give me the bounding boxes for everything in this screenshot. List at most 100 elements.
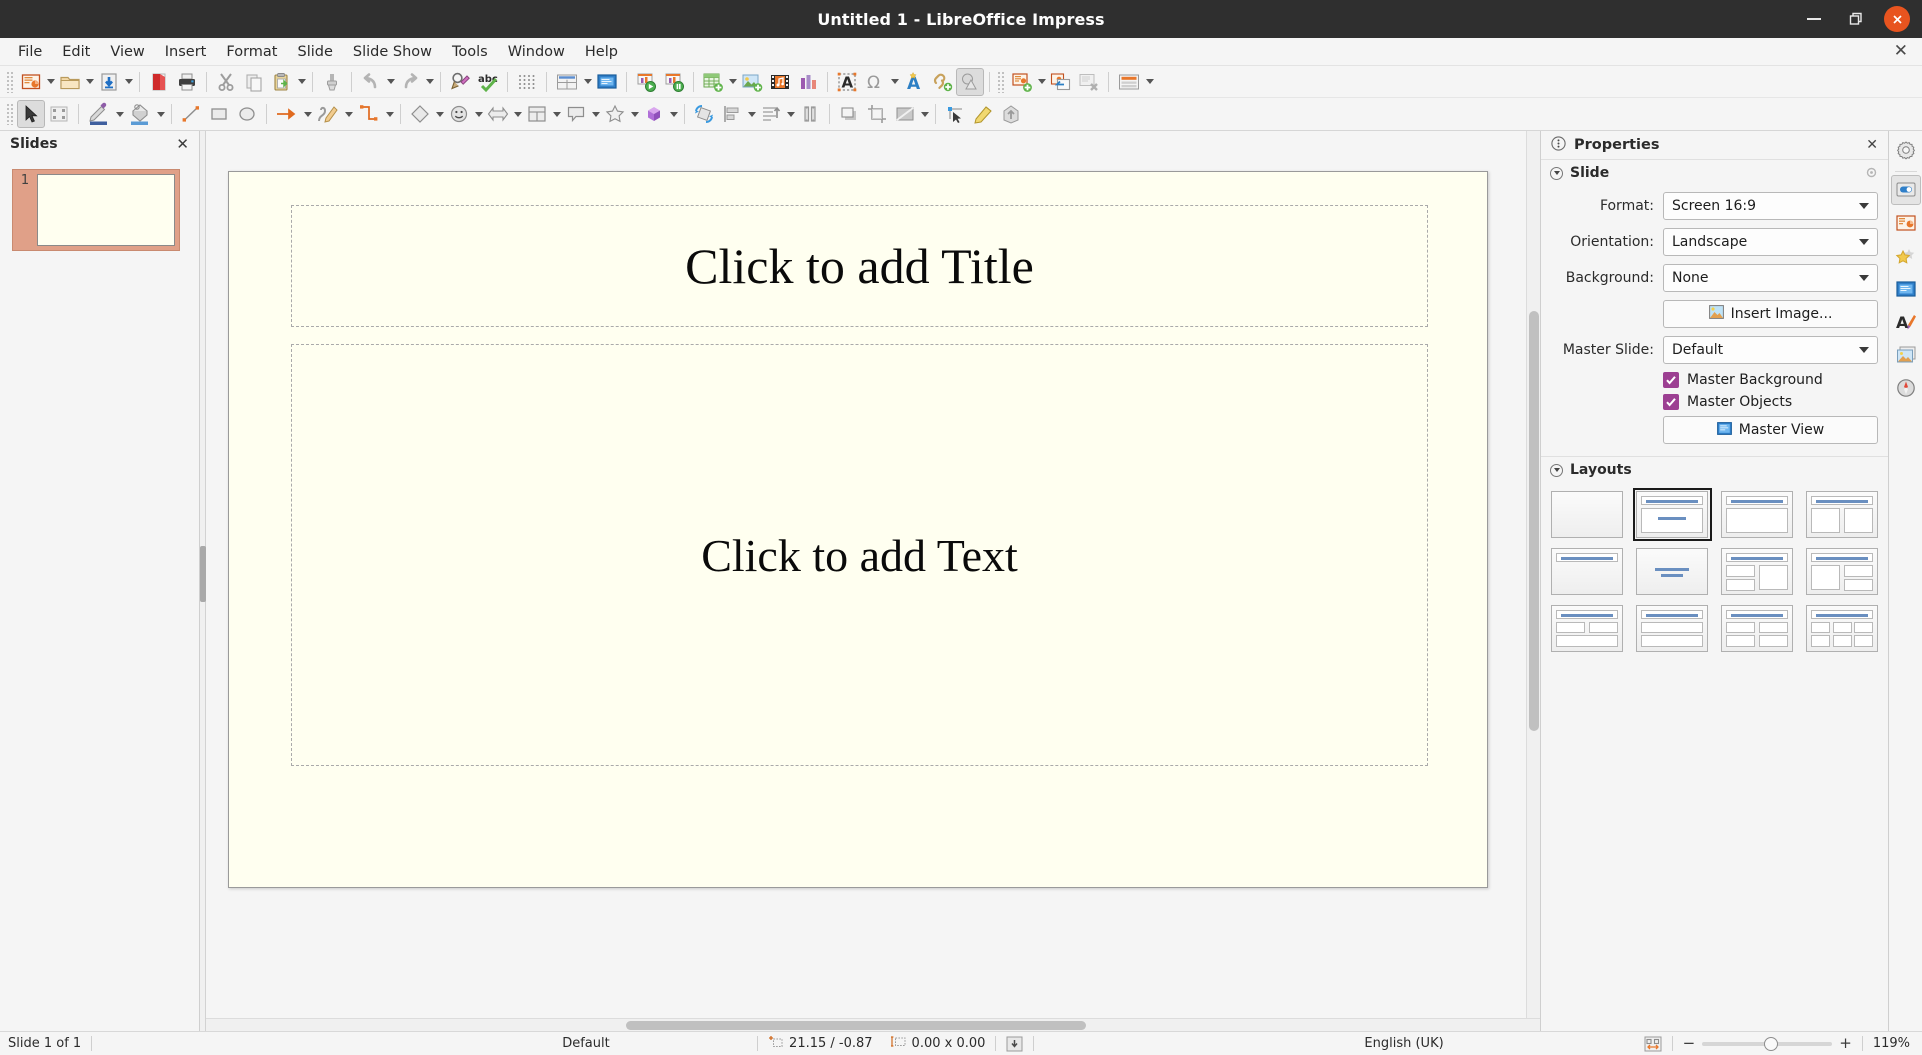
sidebar-properties-button[interactable]: [1890, 175, 1921, 205]
abc-check-icon[interactable]: abc: [474, 68, 502, 96]
menu-slide-show[interactable]: Slide Show: [343, 41, 442, 63]
menu-help[interactable]: Help: [575, 41, 628, 63]
folder-open-icon[interactable]: [56, 68, 84, 96]
menu-tools[interactable]: Tools: [442, 41, 498, 63]
toolbar-grip[interactable]: [6, 103, 13, 125]
stars-dropdown-icon[interactable]: [629, 101, 640, 127]
layouts-panel-header[interactable]: Layouts: [1541, 457, 1888, 483]
redo-arrow-icon[interactable]: [396, 68, 424, 96]
distribute-icon[interactable]: [796, 100, 824, 128]
table-dropdown-icon[interactable]: [727, 69, 738, 95]
callout-icon[interactable]: [562, 100, 590, 128]
master-objects-checkbox[interactable]: [1663, 394, 1679, 410]
symbol-shapes-dropdown-icon[interactable]: [473, 101, 484, 127]
play-presentation-icon[interactable]: [632, 68, 660, 96]
glue-points-icon[interactable]: [969, 100, 997, 128]
undo-dropdown-icon[interactable]: [385, 69, 396, 95]
line-color-dropdown-icon[interactable]: [114, 101, 125, 127]
arrange-icon[interactable]: [757, 100, 785, 128]
sidebar-settings-button[interactable]: [1891, 135, 1921, 165]
format-select[interactable]: Screen 16:9: [1663, 192, 1878, 220]
sidebar-animation-button[interactable]: [1891, 241, 1921, 271]
zoom-slider-knob[interactable]: [1764, 1036, 1779, 1051]
hyperlink-icon[interactable]: [928, 68, 956, 96]
orientation-select[interactable]: Landscape: [1663, 228, 1878, 256]
pause-presentation-icon[interactable]: [660, 68, 688, 96]
paste-dropdown-icon[interactable]: [296, 69, 307, 95]
close-icon[interactable]: ✕: [176, 136, 189, 152]
menu-slide[interactable]: Slide: [287, 41, 342, 63]
zoom-slider[interactable]: − +: [1683, 1036, 1852, 1051]
clipboard-paste-icon[interactable]: [268, 68, 296, 96]
cube-3d-icon[interactable]: [640, 100, 668, 128]
crop-icon[interactable]: [863, 100, 891, 128]
menu-edit[interactable]: Edit: [52, 41, 100, 63]
layout-title-two-content-and-content[interactable]: [1720, 548, 1794, 595]
master-slide-select[interactable]: Default: [1663, 336, 1878, 364]
select-at-least-three-icon[interactable]: [941, 100, 969, 128]
text-box-icon[interactable]: A: [833, 68, 861, 96]
menu-window[interactable]: Window: [498, 41, 575, 63]
ellipse-icon[interactable]: [233, 100, 261, 128]
cursor-arrow-icon[interactable]: [17, 100, 45, 128]
save-dropdown-icon[interactable]: [123, 69, 134, 95]
maximize-icon[interactable]: [1842, 5, 1870, 33]
layout-title-two-content[interactable]: [1805, 491, 1878, 538]
connectors-dropdown-icon[interactable]: [384, 101, 395, 127]
menu-insert[interactable]: Insert: [155, 41, 217, 63]
close-icon[interactable]: [1884, 6, 1910, 32]
slide-thumbnail-1[interactable]: 1: [12, 169, 180, 251]
open-dropdown-icon[interactable]: [84, 69, 95, 95]
master-background-checkbox[interactable]: [1663, 372, 1679, 388]
chevron-down-icon[interactable]: [1859, 275, 1869, 281]
layout-centered-text[interactable]: [1636, 548, 1709, 595]
chevron-down-icon[interactable]: [1550, 166, 1563, 180]
basic-shapes-dropdown-icon[interactable]: [434, 101, 445, 127]
vertical-scrollbar-thumb[interactable]: [1529, 311, 1539, 731]
flowchart-dropdown-icon[interactable]: [551, 101, 562, 127]
filter-dropdown-icon[interactable]: [919, 101, 930, 127]
display-views-icon[interactable]: [552, 68, 582, 96]
align-objects-icon[interactable]: [718, 100, 746, 128]
more-options-icon[interactable]: [1865, 164, 1878, 183]
magnifier-pencil-icon[interactable]: [446, 68, 474, 96]
align-dropdown-icon[interactable]: [746, 101, 757, 127]
sidebar-gallery-button[interactable]: [1891, 340, 1921, 370]
fit-slide-to-window-button[interactable]: [1644, 1036, 1662, 1052]
paint-can-fill-icon[interactable]: [125, 100, 155, 128]
arrow-icon[interactable]: [272, 100, 302, 128]
title-placeholder[interactable]: Click to add Title: [291, 205, 1428, 327]
star-icon[interactable]: [601, 100, 629, 128]
3d-objects-dropdown-icon[interactable]: [668, 101, 679, 127]
extrusion-icon[interactable]: [997, 100, 1025, 128]
slide-layout-icon[interactable]: [1114, 68, 1144, 96]
presentation-screen-icon[interactable]: [593, 68, 621, 96]
smiley-icon[interactable]: [445, 100, 473, 128]
curves-polygons-dropdown-icon[interactable]: [343, 101, 354, 127]
printer-icon[interactable]: [173, 68, 201, 96]
curve-pencil-icon[interactable]: [313, 100, 343, 128]
zoom-percent-status[interactable]: 119%: [1873, 1036, 1914, 1051]
sidebar-menu-icon[interactable]: [1551, 135, 1566, 155]
slide-layout-dropdown-icon[interactable]: [1144, 69, 1155, 95]
layout-title-only-content[interactable]: [1720, 491, 1794, 538]
omega-icon[interactable]: Ω: [861, 68, 889, 96]
horizontal-scrollbar-thumb[interactable]: [626, 1021, 1086, 1030]
table-icon[interactable]: [699, 68, 727, 96]
connector-icon[interactable]: [354, 100, 384, 128]
shadow-icon[interactable]: [835, 100, 863, 128]
layout-title-two-content-over-content[interactable]: [1551, 605, 1624, 652]
toolbar-grip[interactable]: [997, 70, 1004, 93]
media-icon[interactable]: [766, 68, 794, 96]
minimize-icon[interactable]: [1800, 5, 1828, 33]
zoom-out-button[interactable]: −: [1683, 1036, 1696, 1051]
fontwork-icon[interactable]: A: [900, 68, 928, 96]
layout-title-content[interactable]: [1632, 488, 1712, 541]
slides-list[interactable]: 1: [0, 157, 199, 1031]
block-arrow-icon[interactable]: [484, 100, 512, 128]
filter-icon[interactable]: [891, 100, 919, 128]
block-arrows-dropdown-icon[interactable]: [512, 101, 523, 127]
new-slide-icon[interactable]: [1008, 68, 1036, 96]
zoom-slider-track[interactable]: [1702, 1036, 1833, 1051]
arrange-dropdown-icon[interactable]: [785, 101, 796, 127]
